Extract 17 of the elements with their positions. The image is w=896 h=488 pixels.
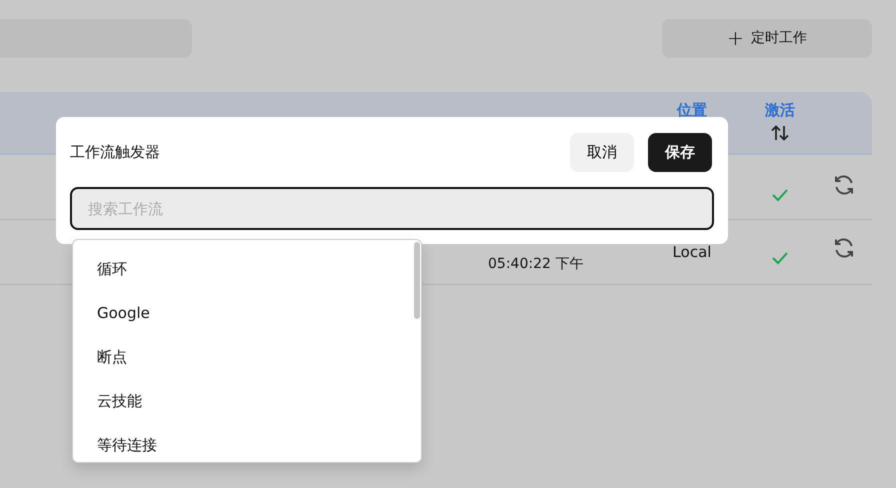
refresh-icon[interactable] xyxy=(832,236,856,260)
location-cell: Local xyxy=(672,242,712,260)
refresh-icon[interactable] xyxy=(832,173,856,197)
dialog-title: 工作流触发器 xyxy=(70,142,161,164)
search-field[interactable]: 搜索工作流 xyxy=(70,187,714,230)
add-schedule-button[interactable]: + 定时工作 xyxy=(662,19,872,58)
dropdown-item[interactable]: 云技能 xyxy=(73,379,403,423)
dropdown-item[interactable]: 等待连接 xyxy=(73,423,403,462)
plus-icon: + xyxy=(726,28,744,49)
cancel-button[interactable]: 取消 xyxy=(570,133,634,172)
sort-icon[interactable] xyxy=(771,125,789,141)
dropdown-item[interactable]: 断点 xyxy=(73,335,403,379)
dropdown-item[interactable]: Google xyxy=(73,291,403,335)
scrollbar[interactable] xyxy=(414,242,420,319)
save-button[interactable]: 保存 xyxy=(648,133,712,172)
time-cell-text: 05:40:22 下午 xyxy=(488,255,584,274)
dropdown-item[interactable]: 循环 xyxy=(73,247,403,291)
